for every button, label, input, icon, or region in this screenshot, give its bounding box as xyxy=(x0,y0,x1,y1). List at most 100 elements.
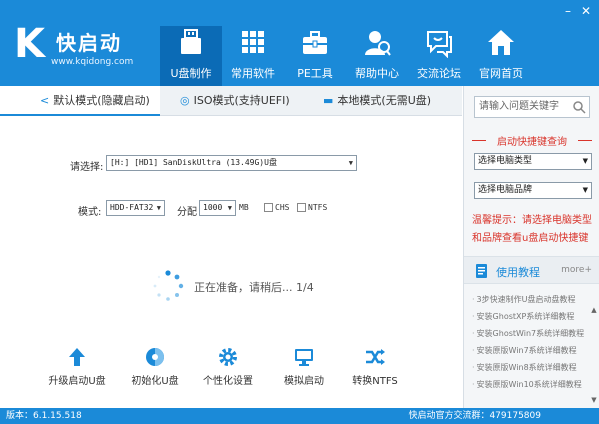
chevron-down-icon: ▼ xyxy=(582,186,588,194)
logo-name: 快启动 xyxy=(56,31,122,55)
alloc-select[interactable]: 1000 ▼ xyxy=(199,200,236,216)
computer-brand-value: 选择电脑品牌 xyxy=(478,185,533,195)
tab-label: 默认模式(隐藏启动) xyxy=(53,94,150,107)
logo-k-icon: K xyxy=(14,21,45,67)
chat-icon xyxy=(427,31,452,58)
nav-forum[interactable]: 交流论坛 xyxy=(408,26,470,86)
tutorial-scrollbar[interactable]: ▲ ▼ xyxy=(590,306,598,406)
scroll-down-icon[interactable]: ▼ xyxy=(590,396,598,404)
apps-grid-icon xyxy=(242,31,264,53)
search-input[interactable]: 请输入问题关键字 xyxy=(474,96,590,118)
upgrade-arrow-icon xyxy=(69,348,85,366)
tool-label: 模拟启动 xyxy=(284,376,324,387)
device-label: 请选择: xyxy=(70,162,104,173)
mode-select[interactable]: HDD-FAT32 ▼ xyxy=(106,200,165,216)
tutorial-header: 使用教程 more+ xyxy=(464,256,599,284)
computer-brand-select[interactable]: 选择电脑品牌 ▼ xyxy=(474,182,592,199)
logo-url: www.kqidong.com xyxy=(51,57,134,67)
nav-label: U盘制作 xyxy=(170,67,212,80)
tool-label: 升级启动U盘 xyxy=(48,376,106,387)
mode-tabs: < 默认模式(隐藏启动) ◎ ISO模式(支持UEFI) ▬ 本地模式(无需U盘) xyxy=(0,86,462,116)
upgrade-usb-button[interactable]: 升级启动U盘 xyxy=(42,346,112,387)
nav-label: PE工具 xyxy=(297,67,333,80)
ntfs-checkbox[interactable] xyxy=(297,203,306,212)
tab-label: 本地模式(无需U盘) xyxy=(337,94,432,107)
alloc-unit: MB xyxy=(239,203,249,212)
chevron-down-icon: ▼ xyxy=(227,204,232,212)
simulate-boot-button[interactable]: 模拟启动 xyxy=(269,346,339,387)
nav-home[interactable]: 官网首页 xyxy=(470,26,532,86)
chs-label: CHS xyxy=(275,203,290,212)
more-link[interactable]: more+ xyxy=(561,265,592,275)
disc-icon: ◎ xyxy=(180,94,190,107)
computer-type-select[interactable]: 选择电脑类型 ▼ xyxy=(474,153,592,170)
tutorial-title: 使用教程 xyxy=(496,266,540,279)
tab-default-mode[interactable]: < 默认模式(隐藏启动) xyxy=(0,86,160,116)
personalize-button[interactable]: 个性化设置 xyxy=(193,346,263,387)
search-icon[interactable] xyxy=(572,100,586,114)
share-icon: < xyxy=(40,94,50,107)
shortcut-query-title: 启动快捷键查询 xyxy=(472,133,592,148)
nav-label: 官网首页 xyxy=(479,67,523,80)
device-value: [H:] [HD1] SanDiskUltra (13.49G)U盘 xyxy=(110,158,277,167)
mode-value: HDD-FAT32 xyxy=(110,203,154,212)
tool-label: 转换NTFS xyxy=(352,376,398,387)
tab-iso-mode[interactable]: ◎ ISO模式(支持UEFI) xyxy=(180,86,290,116)
tip-text: 温馨提示：请选择电脑类型和品牌查看u盘启动快捷键 xyxy=(472,212,596,248)
nav-label: 常用软件 xyxy=(231,67,275,80)
settings-gear-icon xyxy=(219,348,237,366)
nav-pe-tools[interactable]: PE工具 xyxy=(284,26,346,86)
tutorial-link[interactable]: 安装原版Win8系统详细教程 xyxy=(472,362,577,373)
tab-local-mode[interactable]: ▬ 本地模式(无需U盘) xyxy=(323,86,431,116)
chevron-down-icon: ▼ xyxy=(582,157,588,165)
close-icon[interactable]: ✕ xyxy=(579,4,593,18)
init-usb-button[interactable]: 初始化U盘 xyxy=(120,346,190,387)
tutorial-link[interactable]: 3步快速制作U盘启动盘教程 xyxy=(472,294,576,305)
tutorial-link[interactable]: 安装GhostWin7系统详细教程 xyxy=(472,328,585,339)
scroll-up-icon[interactable]: ▲ xyxy=(590,306,598,314)
qq-group-text: 快启动官方交流群：479175809 xyxy=(408,411,541,421)
alloc-label: 分配 xyxy=(177,207,197,218)
format-disk-icon xyxy=(146,348,164,366)
header: K 快启动 www.kqidong.com – ✕ U盘制作 常用软件 PE工具… xyxy=(0,0,599,86)
nav-help[interactable]: 帮助中心 xyxy=(346,26,408,86)
tool-label: 个性化设置 xyxy=(203,376,253,387)
tutorial-link[interactable]: 安装GhostXP系统详细教程 xyxy=(472,311,575,322)
home-icon xyxy=(488,30,514,55)
document-icon xyxy=(476,264,487,278)
computer-type-value: 选择电脑类型 xyxy=(478,156,533,166)
tutorial-link[interactable]: 安装原版Win10系统详细教程 xyxy=(472,379,582,390)
chevron-down-icon: ▼ xyxy=(348,159,353,167)
window-controls: – ✕ xyxy=(561,4,593,18)
loading-spinner-icon xyxy=(153,270,184,301)
user-help-icon xyxy=(365,31,391,56)
right-panel: 请输入问题关键字 启动快捷键查询 选择电脑类型 ▼ 选择电脑品牌 ▼ 温馨提示：… xyxy=(463,86,599,408)
nav-label: 交流论坛 xyxy=(417,67,461,80)
convert-ntfs-button[interactable]: 转换NTFS xyxy=(340,346,410,387)
top-nav: U盘制作 常用软件 PE工具 帮助中心 交流论坛 官网首页 xyxy=(160,26,532,86)
mode-label: 模式: xyxy=(78,207,102,218)
nav-software[interactable]: 常用软件 xyxy=(222,26,284,86)
chevron-down-icon: ▼ xyxy=(156,204,161,212)
minimize-icon[interactable]: – xyxy=(561,4,575,18)
nav-label: 帮助中心 xyxy=(355,67,399,80)
search-placeholder: 请输入问题关键字 xyxy=(479,101,559,112)
tool-label: 初始化U盘 xyxy=(131,376,179,387)
version-text: 版本：6.1.15.518 xyxy=(6,411,82,421)
chs-checkbox[interactable] xyxy=(264,203,273,212)
status-bar: 版本：6.1.15.518 快启动官方交流群：479175809 xyxy=(0,408,599,424)
monitor-icon xyxy=(295,349,313,366)
convert-icon xyxy=(366,349,385,365)
tutorial-link[interactable]: 安装原版Win7系统详细教程 xyxy=(472,345,577,356)
logo[interactable]: K 快启动 www.kqidong.com xyxy=(14,22,144,72)
ntfs-label: NTFS xyxy=(308,203,328,212)
hdd-icon: ▬ xyxy=(323,94,334,107)
device-select[interactable]: [H:] [HD1] SanDiskUltra (13.49G)U盘 ▼ xyxy=(106,155,357,171)
alloc-value: 1000 xyxy=(203,203,223,212)
nav-usb-make[interactable]: U盘制作 xyxy=(160,26,222,86)
tab-label: ISO模式(支持UEFI) xyxy=(193,94,290,107)
tip-label: 温馨提示： xyxy=(472,215,522,226)
usb-drive-icon xyxy=(181,29,201,54)
toolbox-icon xyxy=(303,31,327,54)
status-text: 正在准备，请稍后... 1/4 xyxy=(194,281,314,294)
